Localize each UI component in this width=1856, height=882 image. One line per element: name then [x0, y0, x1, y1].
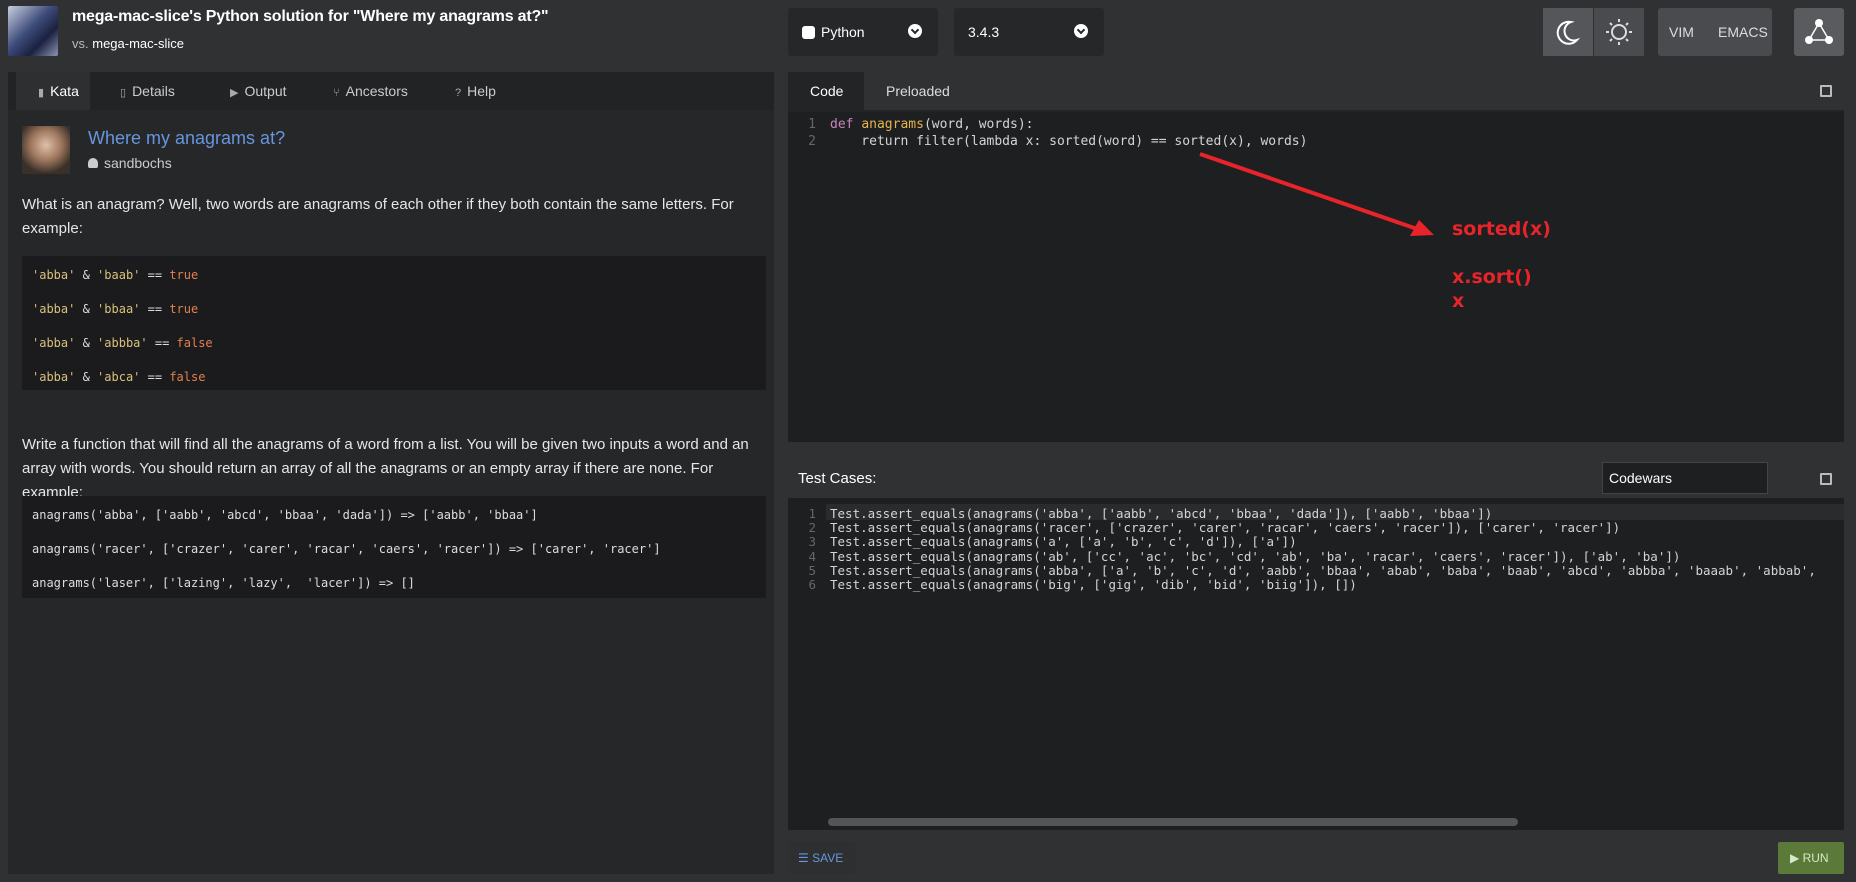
code-tabs: Code Preloaded	[788, 72, 1844, 110]
dark-theme-button[interactable]	[1543, 8, 1593, 56]
tab-ancestors-label: Ancestors	[345, 83, 408, 99]
line-number: 2	[808, 520, 816, 535]
kata-title-link[interactable]: Where my anagrams at?	[88, 128, 285, 149]
example-block-2: anagrams('abba', ['aabb', 'abcd', 'bbaa'…	[22, 496, 766, 598]
run-label: RUN	[1802, 851, 1829, 865]
action-bar: ☰ SAVE ▶ RUN	[788, 838, 1844, 878]
tab-help-label: Help	[467, 83, 496, 99]
top-header: mega-mac-slice's Python solution for "Wh…	[0, 0, 1856, 64]
example-line: 'abba' & 'baab' == true	[32, 268, 199, 282]
test-cases-label: Test Cases:	[798, 470, 877, 487]
test-line: Test.assert_equals(anagrams('abba', ['a'…	[830, 563, 1816, 578]
version-value: 3.4.3	[968, 24, 1000, 40]
chevron-down-icon	[908, 24, 922, 38]
question-icon: ?	[455, 87, 462, 99]
moon-icon	[1556, 20, 1581, 45]
annotation-text: sorted(x)	[1452, 218, 1551, 240]
test-line: Test.assert_equals(anagrams('racer', ['c…	[830, 520, 1621, 535]
example-line: 'abba' & 'abbba' == false	[32, 336, 213, 350]
left-panel: ▮ Kata ▯ Details ▶ Output ⑂ Ancestors ? Help …	[8, 72, 774, 874]
emacs-mode-button[interactable]: EMACS	[1718, 24, 1768, 40]
line-number: 5	[808, 563, 816, 578]
language-value: Python	[821, 24, 865, 40]
line-number: 6	[808, 577, 816, 592]
test-framework-select[interactable]: Codewars	[1602, 462, 1768, 494]
horizontal-scrollbar[interactable]	[828, 818, 1518, 826]
test-line: Test.assert_equals(anagrams('ab', ['cc',…	[830, 549, 1681, 564]
light-theme-button[interactable]	[1594, 8, 1644, 56]
tab-kata[interactable]: ▮ Kata	[16, 72, 90, 110]
tab-kata-label: Kata	[50, 83, 79, 99]
example-line: 'abba' & 'bbaa' == true	[32, 302, 199, 316]
share-icon	[1805, 19, 1833, 44]
description-paragraph-1: What is an anagram? Well, two words are …	[22, 196, 734, 237]
run-button[interactable]: ▶ RUN	[1778, 842, 1844, 874]
play-icon: ▶	[1790, 851, 1803, 865]
test-line: Test.assert_equals(anagrams('abba', ['aa…	[830, 506, 1493, 521]
expand-icon[interactable]	[1820, 473, 1832, 485]
test-line: Test.assert_equals(anagrams('a', ['a', '…	[830, 534, 1297, 549]
tab-code[interactable]: Code	[788, 72, 864, 110]
user-avatar[interactable]	[8, 6, 58, 56]
author-name: sandbochs	[104, 155, 172, 171]
page-subtitle: vs. mega-mac-slice	[72, 36, 184, 51]
test-cases-panel: Test Cases: Codewars 1 2 3 4 5 6 Test.as…	[788, 460, 1844, 830]
expand-icon[interactable]	[1820, 85, 1832, 97]
user-icon	[88, 158, 98, 168]
test-line: Test.assert_equals(anagrams('big', ['gig…	[830, 577, 1357, 592]
tab-output[interactable]: ▶ Output	[230, 72, 310, 110]
save-button[interactable]: ☰ SAVE	[788, 842, 856, 874]
subtitle-prefix: vs.	[72, 36, 89, 51]
example-block-1: 'abba' & 'baab' == true 'abba' & 'bbaa' …	[22, 256, 766, 390]
tab-output-label: Output	[244, 83, 287, 99]
example-line: anagrams('racer', ['crazer', 'carer', 'r…	[32, 542, 661, 556]
editor-mode-group: VIM EMACS	[1658, 8, 1772, 56]
code-panel: Code Preloaded 1 2 def anagrams(word, wo…	[788, 72, 1844, 442]
tab-preloaded[interactable]: Preloaded	[886, 72, 986, 110]
kata-author[interactable]: sandbochs	[88, 155, 172, 171]
vim-mode-button[interactable]: VIM	[1669, 24, 1694, 40]
version-select[interactable]: 3.4.3	[954, 8, 1104, 56]
sun-icon	[1606, 19, 1632, 45]
tab-details[interactable]: ▯ Details	[120, 72, 210, 110]
red-arrow-annotation	[1199, 152, 1434, 236]
annotation-text: x.sort()	[1452, 266, 1532, 288]
play-icon: ▶	[230, 87, 239, 99]
example-line: anagrams('abba', ['aabb', 'abcd', 'bbaa'…	[32, 508, 538, 522]
share-button[interactable]	[1794, 8, 1844, 56]
database-icon: ☰	[798, 851, 813, 865]
description-paragraph-2: Write a function that will find all the …	[22, 436, 749, 501]
left-tabs: ▮ Kata ▯ Details ▶ Output ⑂ Ancestors ? Help	[8, 72, 774, 110]
save-label: SAVE	[812, 851, 844, 865]
tab-help[interactable]: ? Help	[455, 72, 515, 110]
language-select[interactable]: Python	[788, 8, 938, 56]
book-icon: ▮	[38, 87, 45, 99]
opponent-username[interactable]: mega-mac-slice	[92, 36, 184, 51]
line-number: 4	[808, 549, 816, 564]
tab-ancestors[interactable]: ⑂ Ancestors	[333, 72, 423, 110]
python-icon	[802, 26, 815, 39]
example-line: 'abba' & 'abca' == false	[32, 370, 206, 384]
annotation-text: x	[1452, 290, 1465, 312]
tab-details-label: Details	[132, 83, 175, 99]
page-title: mega-mac-slice's Python solution for "Wh…	[72, 8, 549, 25]
code-editor[interactable]: 1 2 def anagrams(word, words): return fi…	[788, 112, 1844, 442]
test-cases-header: Test Cases: Codewars	[788, 460, 1844, 498]
fork-icon: ⑂	[333, 87, 340, 99]
document-icon: ▯	[120, 87, 127, 99]
example-line: anagrams('laser', ['lazing', 'lazy', 'la…	[32, 576, 415, 590]
line-number: 1	[808, 506, 816, 521]
author-avatar[interactable]	[22, 126, 70, 174]
chevron-down-icon	[1074, 24, 1088, 38]
line-number: 3	[808, 534, 816, 549]
